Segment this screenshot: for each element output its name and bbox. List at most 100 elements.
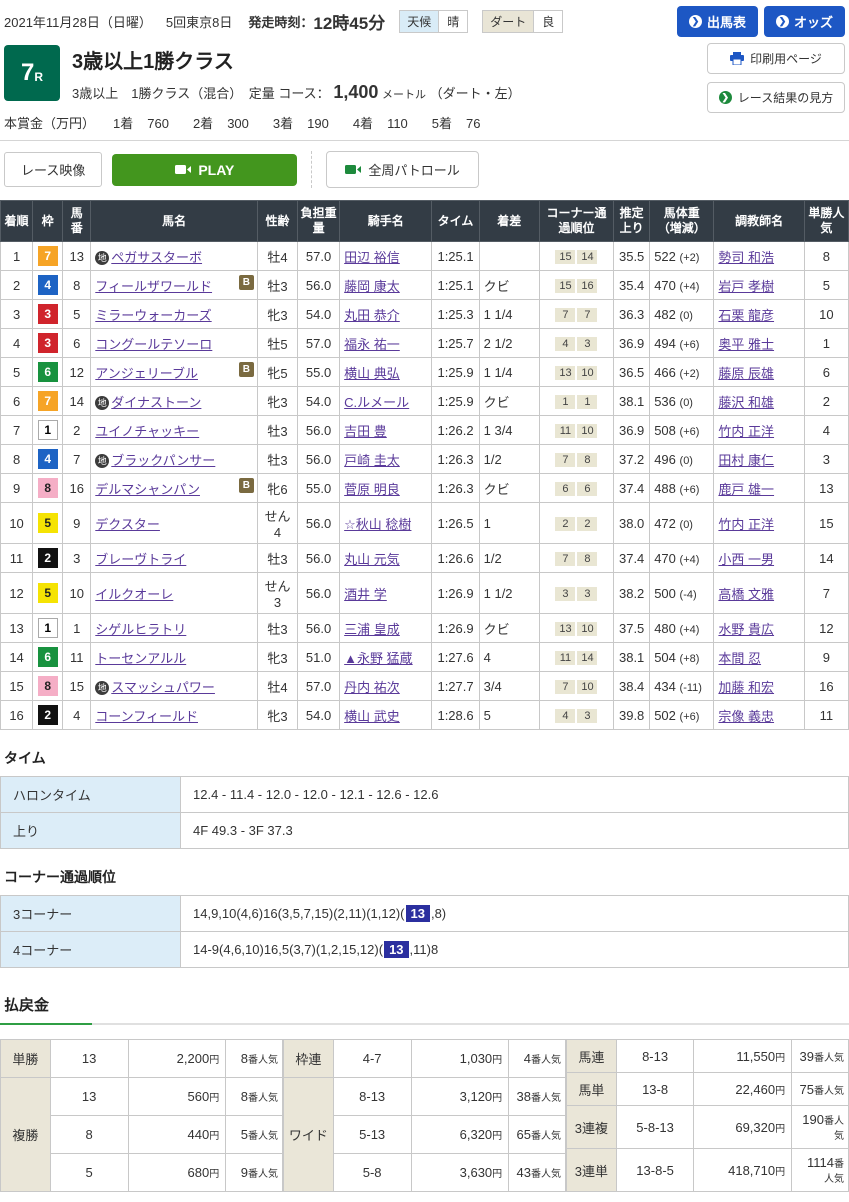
last3f-time: 36.9 <box>614 416 650 445</box>
last3f-time: 38.4 <box>614 672 650 701</box>
jockey-link[interactable]: 横山 武史 <box>344 709 400 724</box>
jockey-link[interactable]: 藤岡 康太 <box>344 279 400 294</box>
jockey-link[interactable]: 横山 典弘 <box>344 366 400 381</box>
weight-carried: 54.0 <box>298 300 340 329</box>
popularity-value: 9 <box>241 1165 248 1180</box>
horse-name-link[interactable]: ブレーヴトライ <box>95 552 186 567</box>
horse-name-link[interactable]: ダイナストーン <box>111 395 201 410</box>
bracket-badge: 6 <box>38 647 58 667</box>
horse-name-link[interactable]: ブラックパンサー <box>111 453 215 468</box>
jockey-link[interactable]: 菅原 明良 <box>344 482 400 497</box>
jockey-link[interactable]: 丸山 元気 <box>344 552 400 567</box>
horse-number: 14 <box>63 387 91 416</box>
last3f-time: 38.2 <box>614 573 650 614</box>
horse-name-link[interactable]: トーセンアルル <box>95 651 186 666</box>
trainer-link[interactable]: 高橋 文雅 <box>718 587 774 602</box>
col-header-body-weight: 馬体重（増減） <box>650 201 714 242</box>
trainer-link[interactable]: 竹内 正洋 <box>718 517 774 532</box>
trainer-link[interactable]: 田村 康仁 <box>718 453 774 468</box>
trainer-link[interactable]: 本間 忍 <box>718 651 761 666</box>
sex-age: 牝3 <box>257 643 297 672</box>
trainer-link[interactable]: 勢司 和浩 <box>718 250 774 265</box>
jockey-link[interactable]: C.ルメール <box>344 395 409 410</box>
sex-age: 牝3 <box>257 300 297 329</box>
jockey-link[interactable]: ▲永野 猛蔵 <box>344 651 412 666</box>
horse-name-link[interactable]: フィールザワールド <box>95 279 212 294</box>
horse-name-link[interactable]: アンジェリーブル <box>95 366 198 381</box>
jockey-link[interactable]: 吉田 豊 <box>344 424 387 439</box>
horse-name-link[interactable]: デルマシャンパン <box>95 482 200 497</box>
corner3-position: 15 <box>555 279 575 293</box>
horse-name-link[interactable]: スマッシュパワー <box>111 680 215 695</box>
horse-name-link[interactable]: ミラーウォーカーズ <box>95 308 211 323</box>
prize-amount: 760 <box>147 116 169 131</box>
trainer-link[interactable]: 加藤 和宏 <box>718 680 774 695</box>
trainer-link[interactable]: 藤沢 和雄 <box>718 395 774 410</box>
result-row: 13 1 1 シゲルヒラトリ 牡3 56.0 三浦 皇成 1:26.9 クビ 1… <box>1 614 849 643</box>
horse-name-link[interactable]: デクスター <box>95 517 160 532</box>
corner3-position: 2 <box>555 517 575 531</box>
horse-name-link[interactable]: コングールテソーロ <box>95 337 212 352</box>
horse-name-link[interactable]: ペガサスターボ <box>111 250 202 265</box>
win-favorite-rank: 9 <box>804 643 848 672</box>
race-video-button[interactable]: レース映像 <box>4 152 102 187</box>
jockey-link[interactable]: 福永 祐一 <box>344 337 400 352</box>
trainer-link[interactable]: 小西 一男 <box>718 552 774 567</box>
body-weight-cell: 522 (+2) <box>650 242 714 271</box>
jockey-link[interactable]: ☆秋山 稔樹 <box>344 517 411 532</box>
results-guide-button[interactable]: ❯ レース結果の見方 <box>707 82 845 113</box>
horse-name-cell: フィールザワールドB <box>91 271 258 300</box>
horse-name-link[interactable]: シゲルヒラトリ <box>95 622 186 637</box>
horse-name-link[interactable]: イルクオーレ <box>95 587 173 602</box>
jockey-cell: 丸山 元気 <box>340 544 432 573</box>
jockey-link[interactable]: 丹内 祐次 <box>344 680 400 695</box>
col-header-jockey: 騎手名 <box>340 201 432 242</box>
bracket-cell: 1 <box>33 416 63 445</box>
sex-age: 牡3 <box>257 614 297 643</box>
popularity: 39番人気 <box>792 1040 849 1073</box>
trainer-link[interactable]: 岩戸 孝樹 <box>718 279 774 294</box>
trainer-link[interactable]: 竹内 正洋 <box>718 424 774 439</box>
finish-position: 16 <box>1 701 33 730</box>
results-table: 着順 枠 馬番 馬名 性齢 負担重量 騎手名 タイム 着差 コーナー通過順位 推… <box>0 200 849 730</box>
popularity-suffix: 番人気 <box>814 1086 844 1097</box>
bracket-badge: 2 <box>38 705 58 725</box>
trainer-link[interactable]: 石栗 龍彦 <box>718 308 774 323</box>
finish-time: 1:28.6 <box>432 701 479 730</box>
bracket-cell: 7 <box>33 387 63 416</box>
furlong-time-label: ハロンタイム <box>1 777 181 813</box>
odds-button[interactable]: ❯ オッズ <box>764 6 845 37</box>
corner-order-cell: 1310 <box>539 358 613 387</box>
finish-time: 1:25.1 <box>432 271 479 300</box>
last3f-time: 36.3 <box>614 300 650 329</box>
trainer-link[interactable]: 奥平 雅士 <box>718 337 774 352</box>
weight-carried: 54.0 <box>298 701 340 730</box>
body-weight-diff: (+2) <box>680 368 700 380</box>
payout-section-title: 払戻金 <box>4 994 845 1015</box>
patrol-video-button[interactable]: 全周パトロール <box>326 151 478 188</box>
body-weight: 536 <box>654 394 676 409</box>
jockey-link[interactable]: 丸田 恭介 <box>344 308 400 323</box>
furlong-time-value: 12.4 - 11.4 - 12.0 - 12.0 - 12.1 - 12.6 … <box>181 777 849 813</box>
jockey-link[interactable]: 三浦 皇成 <box>344 622 400 637</box>
corner4-position: 3 <box>577 709 597 723</box>
trainer-link[interactable]: 水野 貴広 <box>718 622 774 637</box>
win-favorite-rank: 6 <box>804 358 848 387</box>
jockey-link[interactable]: 酒井 学 <box>344 587 387 602</box>
trainer-link[interactable]: 宗像 義忠 <box>718 709 774 724</box>
entries-button[interactable]: ❯ 出馬表 <box>677 6 758 37</box>
popularity: 9番人気 <box>226 1154 283 1192</box>
amount: 3,630円 <box>411 1154 509 1192</box>
bracket-badge: 1 <box>38 618 58 638</box>
play-button[interactable]: PLAY <box>112 154 297 186</box>
jockey-link[interactable]: 田辺 裕信 <box>344 250 400 265</box>
jockey-link[interactable]: 戸崎 圭太 <box>344 453 400 468</box>
trainer-link[interactable]: 鹿戸 雄一 <box>718 482 774 497</box>
body-weight-diff: (0) <box>680 397 693 409</box>
print-page-button[interactable]: 印刷用ページ <box>707 43 845 74</box>
horse-name-link[interactable]: コーンフィールド <box>95 709 198 724</box>
trainer-link[interactable]: 藤原 辰雄 <box>718 366 774 381</box>
horse-name-link[interactable]: ユイノチャッキー <box>95 424 199 439</box>
body-weight: 482 <box>654 307 676 322</box>
finish-time: 1:26.9 <box>432 614 479 643</box>
